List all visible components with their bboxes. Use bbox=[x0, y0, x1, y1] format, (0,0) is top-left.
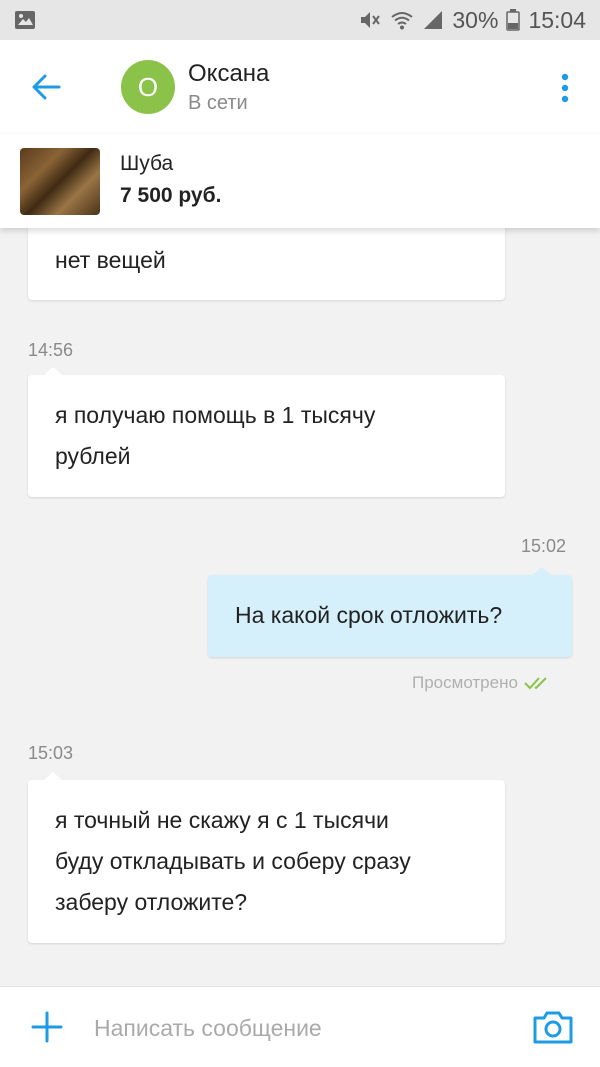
more-vertical-icon bbox=[561, 73, 569, 103]
camera-button[interactable] bbox=[530, 1007, 576, 1047]
contact-name[interactable]: Оксана bbox=[188, 60, 269, 88]
message-bubble-outgoing[interactable]: На какой срок отложить? bbox=[208, 575, 572, 657]
status-bar: 30% 15:04 bbox=[0, 0, 600, 40]
message-line: я получаю помощь в 1 тысячу bbox=[55, 402, 376, 428]
message-line: заберу отложите? bbox=[55, 889, 248, 915]
composer-bar bbox=[0, 986, 600, 1067]
more-options-button[interactable] bbox=[550, 68, 580, 108]
bubble-tail bbox=[44, 772, 62, 780]
message-line: буду откладывать и соберу сразу bbox=[55, 848, 411, 874]
mute-icon bbox=[358, 9, 382, 31]
message-bubble-incoming[interactable]: я точный не скажу я с 1 тысячи буду откл… bbox=[28, 780, 505, 943]
message-time: 15:02 bbox=[521, 536, 567, 556]
avatar[interactable]: О bbox=[121, 60, 175, 114]
message-time: 14:56 bbox=[28, 340, 74, 360]
status-time: 15:04 bbox=[528, 6, 586, 33]
read-receipt: Просмотрено bbox=[412, 673, 554, 693]
read-status-text: Просмотрено bbox=[412, 673, 518, 692]
back-button[interactable] bbox=[22, 66, 70, 108]
signal-icon bbox=[422, 9, 444, 31]
message-line: рублей bbox=[55, 443, 131, 469]
attach-button[interactable] bbox=[28, 1007, 66, 1047]
back-arrow-icon bbox=[32, 74, 61, 100]
bubble-tail bbox=[44, 367, 62, 375]
message-line: я точный не скажу я с 1 тысячи bbox=[55, 807, 389, 833]
message-time: 15:03 bbox=[28, 743, 74, 763]
plus-icon bbox=[31, 1011, 63, 1043]
message-line: нет вещей bbox=[55, 247, 166, 273]
bubble-tail bbox=[533, 567, 551, 575]
message-line: На какой срок отложить? bbox=[235, 602, 503, 628]
wifi-icon bbox=[390, 9, 414, 31]
product-card[interactable]: Шуба 7 500 руб. bbox=[0, 134, 600, 228]
product-price: 7 500 руб. bbox=[120, 184, 222, 207]
battery-percent: 30% bbox=[452, 6, 499, 33]
message-list[interactable]: нет вещей 14:56 я получаю помощь в 1 тыс… bbox=[0, 228, 600, 986]
product-title: Шуба bbox=[120, 152, 174, 175]
battery-icon bbox=[506, 9, 521, 31]
camera-icon bbox=[533, 1011, 573, 1044]
message-input[interactable] bbox=[92, 1005, 516, 1051]
message-bubble-incoming[interactable]: нет вещей bbox=[28, 228, 505, 300]
contact-status: В сети bbox=[188, 92, 248, 114]
message-bubble-incoming[interactable]: я получаю помощь в 1 тысячу рублей bbox=[28, 375, 505, 497]
product-thumbnail[interactable] bbox=[20, 148, 100, 215]
gallery-icon bbox=[14, 10, 36, 30]
double-check-icon bbox=[524, 677, 547, 690]
chat-header: О Оксана В сети bbox=[0, 40, 600, 135]
